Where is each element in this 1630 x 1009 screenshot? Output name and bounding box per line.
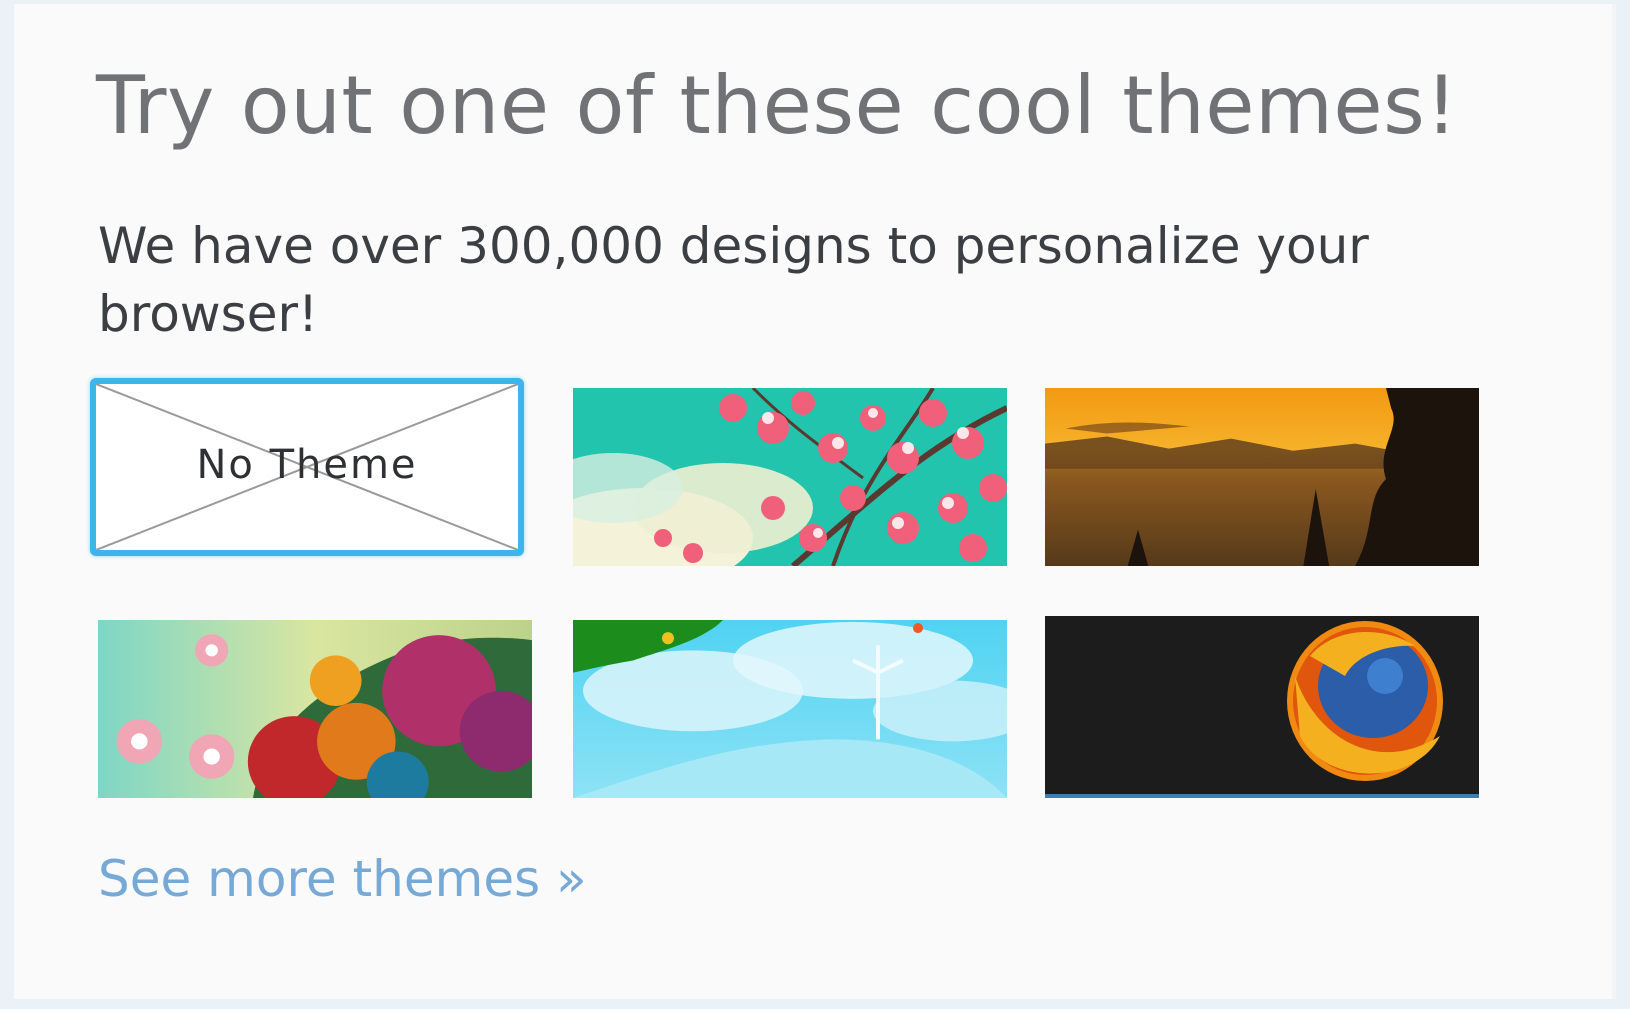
theme-tile-floral-art[interactable] [98,620,532,798]
see-more-themes-link[interactable]: See more themes » [98,850,587,908]
panel-title: Try out one of these cool themes! [96,59,1458,152]
floral-art-icon [98,620,532,798]
sunset-lake-icon [1045,388,1479,566]
themes-panel: Try out one of these cool themes! We hav… [14,4,1616,999]
theme-tile-firefox-logo[interactable] [1045,616,1479,798]
theme-tile-no-theme[interactable]: No Theme [90,378,524,556]
theme-tile-sunset-lake[interactable] [1045,388,1479,566]
theme-tile-cherry-blossom[interactable] [573,388,1007,566]
theme-tile-sky-windmill[interactable] [573,620,1007,798]
no-theme-label: No Theme [196,442,418,488]
firefox-logo-icon [1045,616,1479,798]
sky-windmill-icon [573,620,1007,798]
cherry-blossom-icon [573,388,1007,566]
panel-subtitle: We have over 300,000 designs to personal… [98,217,1369,343]
